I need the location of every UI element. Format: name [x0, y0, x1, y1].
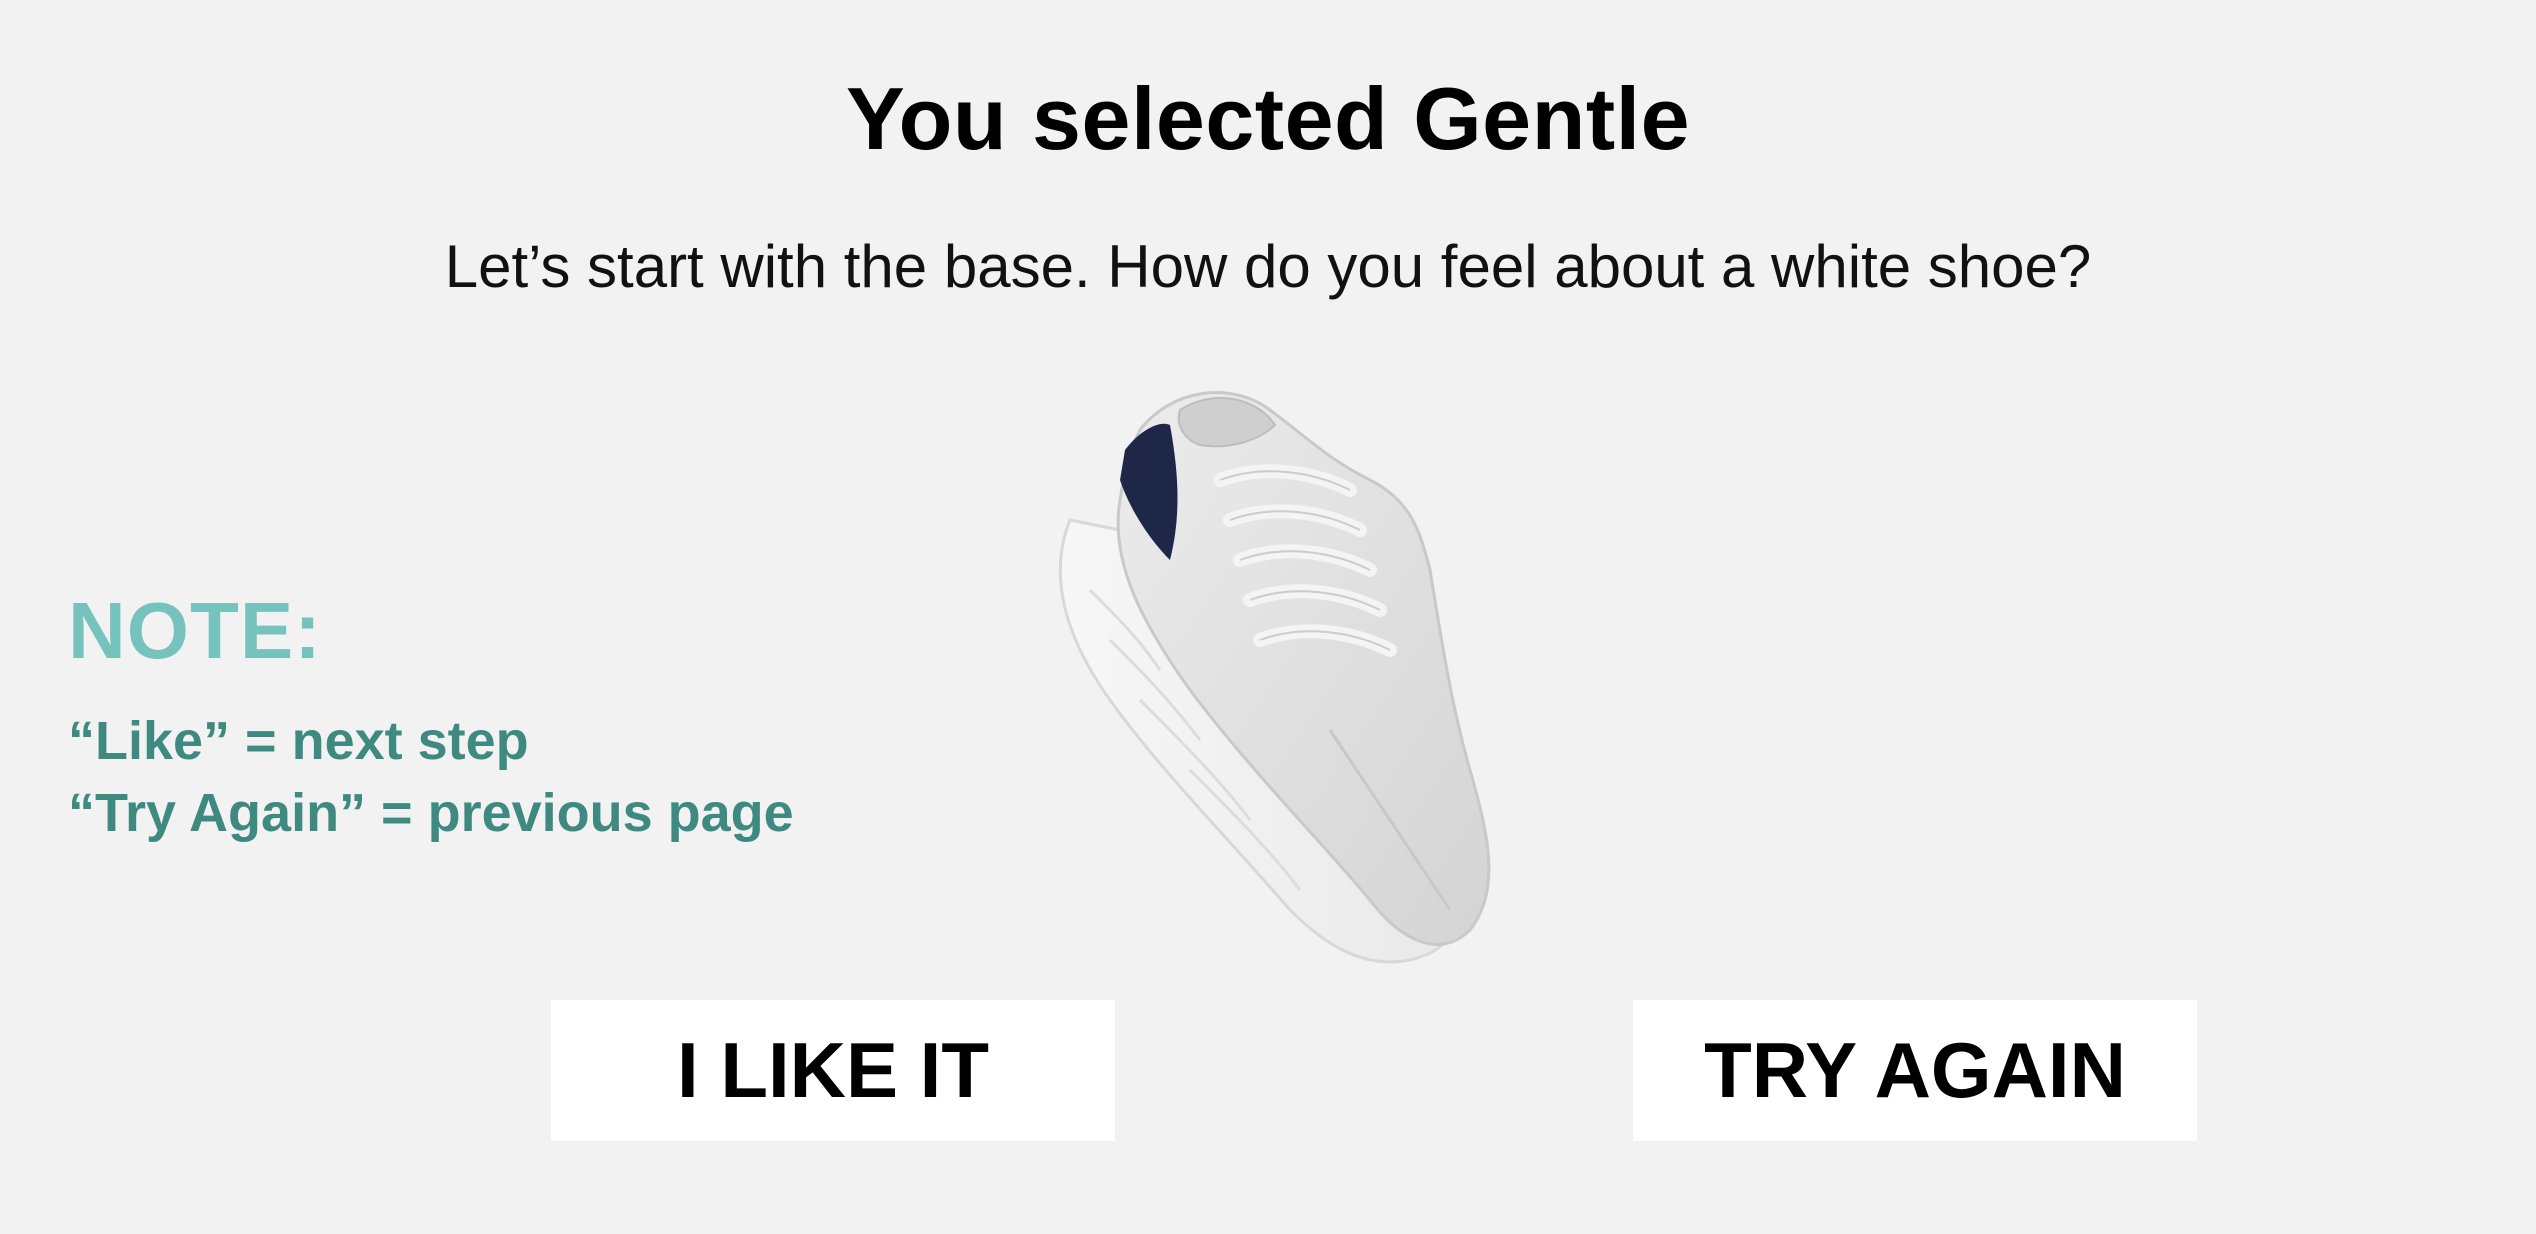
- note-line-like: “Like” = next step: [68, 711, 529, 771]
- note-line-try-again: “Try Again” = previous page: [68, 783, 794, 843]
- like-button[interactable]: I LIKE IT: [551, 1000, 1115, 1141]
- page-subtitle: Let’s start with the base. How do you fe…: [444, 233, 2092, 300]
- white-sneaker-image: [1058, 391, 1491, 964]
- try-again-button[interactable]: TRY AGAIN: [1633, 1000, 2197, 1141]
- note-panel: NOTE: “Like” = next step “Try Again” = p…: [68, 585, 794, 849]
- page-title: You selected Gentle: [845, 69, 1691, 168]
- note-heading: NOTE:: [68, 586, 322, 675]
